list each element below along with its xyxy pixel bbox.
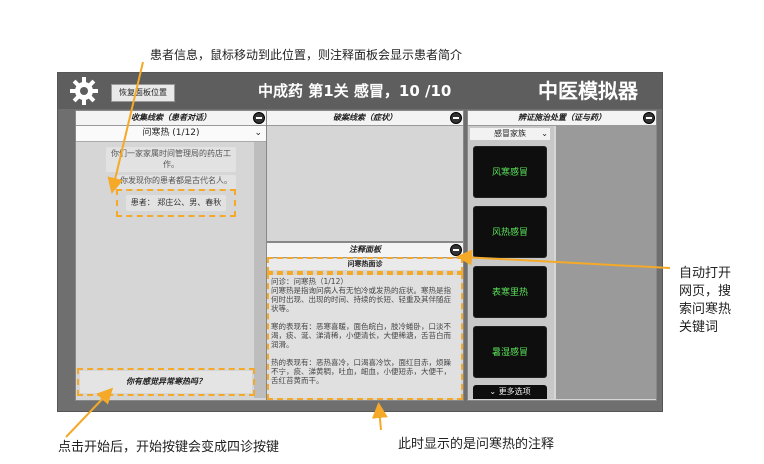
annotation-arrows <box>65 61 671 438</box>
arrow-to-patient-info <box>107 61 144 194</box>
arrow-to-note-header <box>456 249 671 269</box>
arrow-to-start-button <box>65 387 114 438</box>
arrow-to-note-content <box>371 402 388 431</box>
